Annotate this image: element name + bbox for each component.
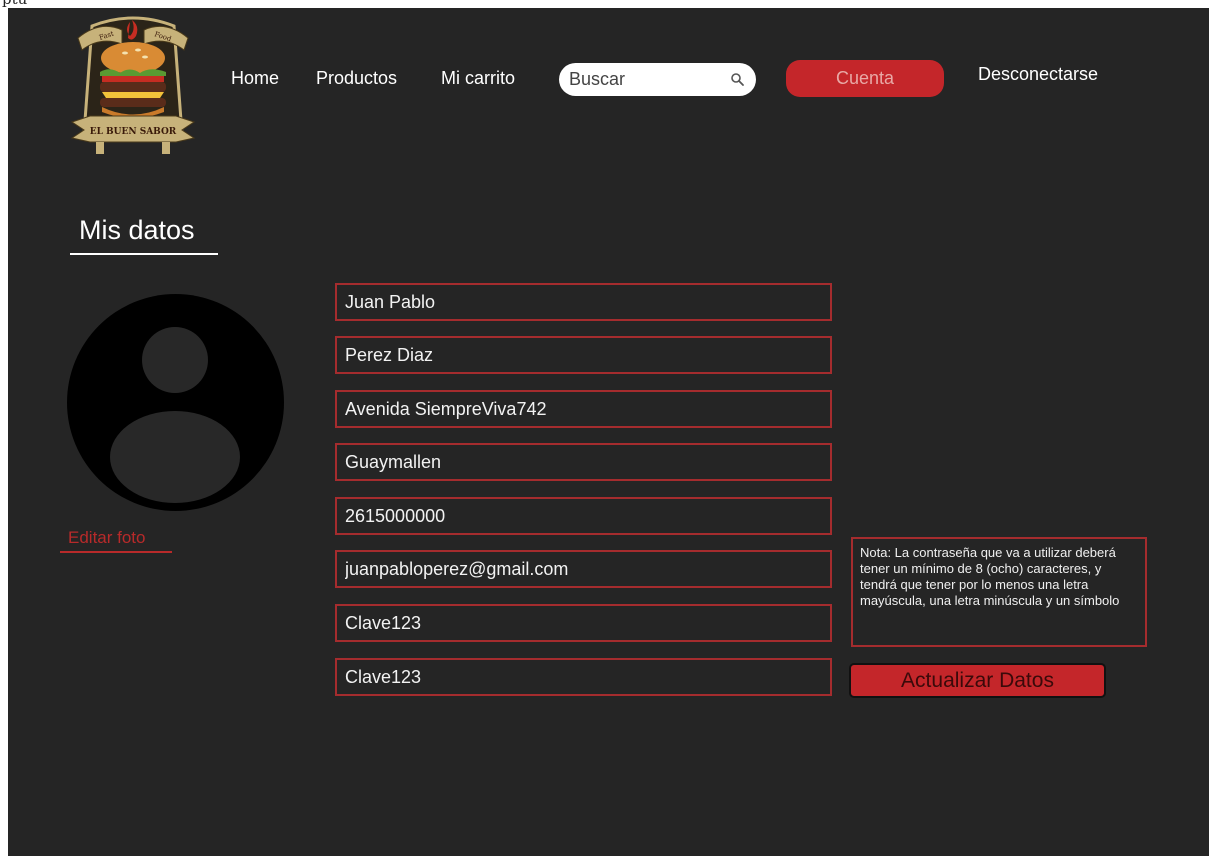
- logout-link[interactable]: Desconectarse: [978, 64, 1098, 85]
- title-underline: [70, 253, 218, 255]
- first-name-input[interactable]: [345, 290, 815, 314]
- avatar[interactable]: [67, 294, 284, 511]
- nav-mi-carrito[interactable]: Mi carrito: [441, 66, 515, 90]
- search-input[interactable]: [569, 67, 719, 91]
- phone-field: [335, 497, 832, 535]
- user-silhouette-body: [110, 411, 240, 503]
- search-box: [559, 63, 756, 96]
- corner-text: ptu: [2, 0, 27, 7]
- page-title: Mis datos: [79, 215, 195, 245]
- update-data-button[interactable]: Actualizar Datos: [849, 663, 1106, 698]
- password-input[interactable]: [345, 611, 815, 635]
- phone-input[interactable]: [345, 504, 815, 528]
- last-name-field: [335, 336, 832, 374]
- app-frame: Fast Food EL BUEN SABOR Home Productos M…: [8, 8, 1209, 856]
- address-field: [335, 390, 832, 428]
- password-confirm-input[interactable]: [345, 665, 815, 689]
- nav-home[interactable]: Home: [231, 66, 279, 90]
- el-buen-sabor-logo: Fast Food EL BUEN SABOR: [70, 16, 196, 154]
- email-field: [335, 550, 832, 588]
- edit-photo-underline: [60, 551, 172, 553]
- password-confirm-field: [335, 658, 832, 696]
- edit-photo-link[interactable]: Editar foto: [68, 527, 146, 549]
- search-icon[interactable]: [730, 72, 745, 87]
- first-name-field: [335, 283, 832, 321]
- district-field: [335, 443, 832, 481]
- email-input[interactable]: [345, 557, 815, 581]
- logo-ribbon-text: EL BUEN SABOR: [90, 127, 177, 137]
- password-field: [335, 604, 832, 642]
- address-input[interactable]: [345, 397, 815, 421]
- account-button[interactable]: Cuenta: [786, 60, 944, 97]
- user-silhouette-icon: [142, 327, 208, 393]
- last-name-input[interactable]: [345, 343, 815, 367]
- password-note: Nota: La contraseña que va a utilizar de…: [851, 537, 1147, 647]
- district-input[interactable]: [345, 450, 815, 474]
- nav-productos[interactable]: Productos: [316, 66, 397, 90]
